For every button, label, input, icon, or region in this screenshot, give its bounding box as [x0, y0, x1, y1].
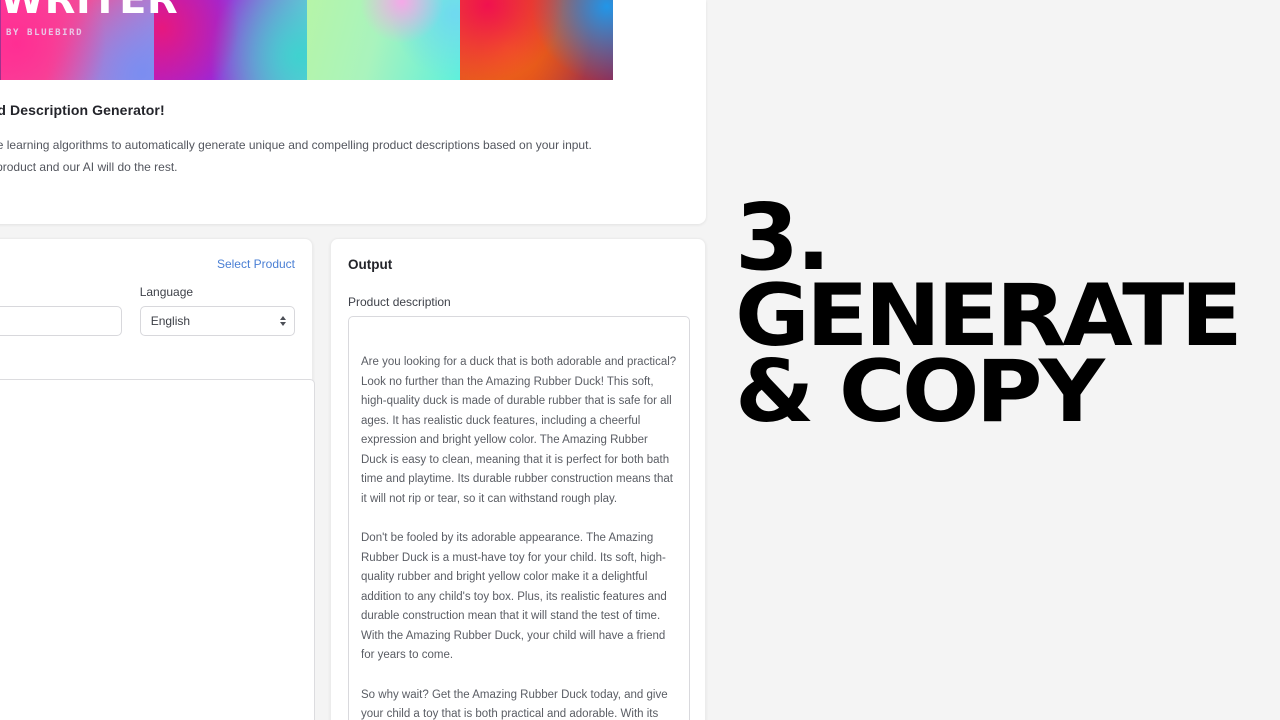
keywords-label: ata & Keywords [0, 358, 295, 372]
select-product-link[interactable]: Select Product [217, 257, 295, 271]
language-select[interactable]: English [139, 306, 295, 336]
language-label: Language [139, 285, 194, 299]
keyword-line: e [0, 467, 304, 487]
gradient-tile-3 [154, 0, 307, 80]
language-select-wrap: English [139, 306, 295, 336]
gradient-tile-4 [307, 0, 460, 80]
keyword-line: clean [0, 448, 304, 468]
select-product-row: Select Product [0, 257, 295, 271]
keyword-line: r all ages [0, 487, 304, 507]
output-card: Output Product description Are you looki… [330, 238, 706, 720]
field-row: itle Language English [0, 285, 295, 336]
product-description-textarea[interactable]: Are you looking for a duck that is both … [348, 316, 690, 720]
product-title-field: itle [0, 285, 122, 336]
description-paragraph: So why wait? Get the Amazing Rubber Duck… [361, 688, 668, 720]
hero-banner: WRITER BY BLUEBIRD [0, 0, 706, 80]
description-paragraph: Don't be fooled by its adorable appearan… [361, 532, 667, 661]
description-paragraph: Are you looking for a duck that is both … [361, 356, 677, 505]
step-headline-line-2: & COPY [735, 341, 1105, 442]
panels-row: Select Product itle Language English [0, 238, 706, 720]
keyword-line: yellow color [0, 506, 304, 526]
output-subtitle: Product description [348, 295, 451, 309]
input-card: Select Product itle Language English [0, 238, 315, 720]
screen-root: WRITER BY BLUEBIRD e to the AI-Powered D… [0, 0, 1280, 720]
keyword-line: ul expression [0, 526, 304, 546]
header-body: e to the AI-Powered Description Generato… [0, 80, 706, 220]
gradient-tile-2 [1, 0, 154, 80]
product-title-input[interactable] [0, 306, 122, 336]
welcome-paragraph-1: uses advanced machine learning algorithm… [0, 138, 592, 152]
language-select-value: English [150, 314, 191, 328]
gradient-tile-5 [460, 0, 613, 80]
product-title-label: itle [0, 285, 122, 299]
keyword-line: gh-quality rubber [0, 389, 304, 409]
keyword-line: le yellow color [0, 409, 304, 429]
keyword-line: c duck features [0, 428, 304, 448]
welcome-heading: e to the AI-Powered Description Generato… [0, 102, 165, 118]
app-window: WRITER BY BLUEBIRD e to the AI-Powered D… [0, 0, 706, 720]
language-field: Language English [139, 285, 295, 336]
keywords-textarea[interactable]: gh-quality rubber le yellow color c duck… [0, 379, 315, 720]
welcome-paragraph-2: nter the details of your product and our… [0, 159, 178, 174]
step-callout: 3. GENERATE & COPY [735, 192, 1265, 435]
header-card: WRITER BY BLUEBIRD e to the AI-Powered D… [0, 0, 706, 224]
output-heading: Output [348, 257, 393, 272]
